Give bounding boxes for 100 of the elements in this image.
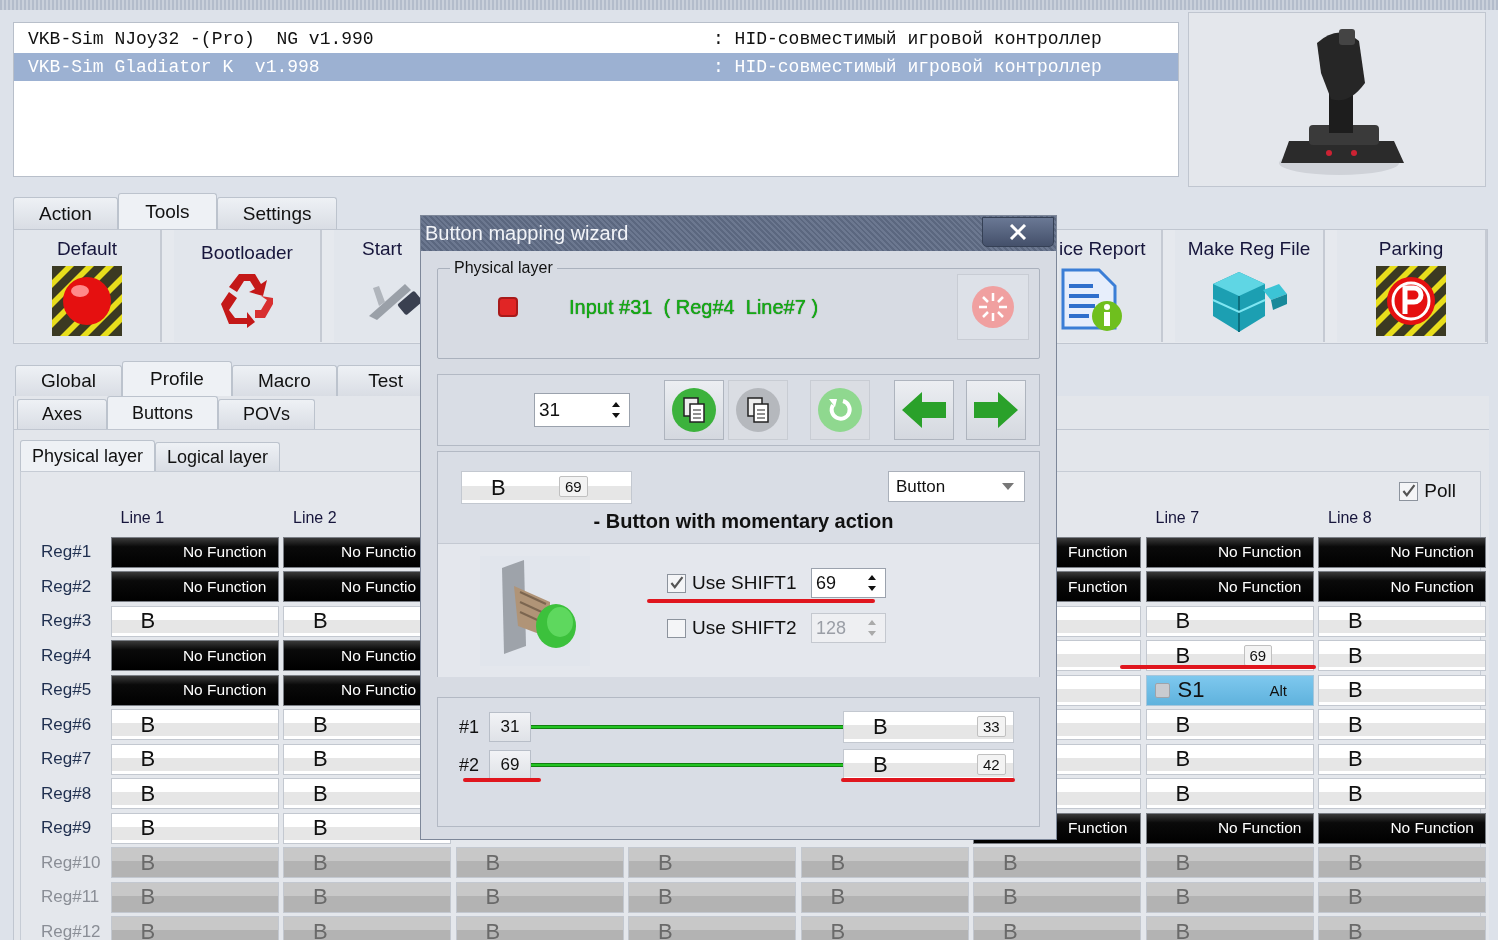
row-label: Reg#10 [40,852,102,873]
mode-description: - Button with momentary action [592,510,895,533]
cell-label: B [1348,608,1364,634]
column-header: Line 8 [1327,508,1373,527]
function-cell[interactable]: No Function [1318,571,1486,602]
column-header: Line 1 [119,508,166,527]
cell-label: B [140,608,157,634]
action-button[interactable] [664,380,724,440]
toolbar-button[interactable]: Parking [1337,230,1487,342]
button-cell[interactable]: B 33 [843,711,1014,743]
function-cell[interactable]: No Function [1145,812,1314,844]
output-badge: 42 [977,754,1006,775]
number-spinner[interactable]: 31 [534,393,630,427]
function-cell[interactable]: No Function [110,674,279,706]
right-arrow-icon [972,390,1020,430]
tab[interactable]: Macro [231,365,337,396]
checkbox[interactable] [1154,682,1170,698]
copy-icon [671,387,717,433]
button-cell[interactable]: B [1145,778,1314,809]
function-cell[interactable]: No Function [1145,536,1314,568]
cell-label: B [873,714,889,740]
cell-label: B [1175,918,1192,940]
burst-icon [971,285,1015,329]
column-header: Line 7 [1154,508,1201,527]
cell-label: B [1175,780,1192,807]
row-label: Reg#7 [40,749,93,769]
left-arrow-icon [900,390,948,430]
row-label: Reg#5 [40,680,93,700]
button-cell[interactable]: B [1318,605,1486,637]
button-cell[interactable]: B [110,812,279,844]
function-cell[interactable]: No Function [1318,812,1486,844]
button-cell[interactable]: B 42 [843,749,1014,781]
close-button[interactable] [982,216,1054,247]
button-cell[interactable]: B [1318,640,1486,671]
alarm-button-icon [52,266,122,336]
tab[interactable]: Axes [17,399,108,429]
checkbox[interactable] [1399,481,1419,501]
row-label: Reg#1 [40,542,93,562]
cell-label: B [830,849,847,876]
device-row[interactable]: VKB-Sim NJoy32 -(Pro) NG v1.990 : HID-совместимый игровой контроллер [14,25,1178,53]
button-cell[interactable]: B [1318,674,1486,706]
cell-label: B [313,711,329,738]
toolbar-button[interactable]: ice Report [1059,230,1163,342]
cell-label: B [140,918,157,940]
reset-button[interactable] [957,274,1029,340]
tab[interactable]: Settings [216,197,338,229]
paste-icon [735,387,781,433]
function-cell[interactable]: No Function [1145,571,1314,602]
toolbar-button[interactable]: Default [14,230,162,342]
tab[interactable]: Global [15,365,122,396]
tab[interactable]: Tools [117,193,217,229]
function-cell[interactable]: No Function [110,640,279,671]
button-cell[interactable]: B [110,743,279,775]
button-cell[interactable]: B [110,605,279,637]
tab[interactable]: Logical layer [155,442,281,471]
row-label: Reg#3 [40,611,93,631]
button-cell[interactable]: B [110,709,279,740]
tab[interactable]: Action [13,197,118,229]
function-cell[interactable]: No Function [110,571,279,602]
dropdown-arrow-icon [1002,483,1014,490]
output-badge: 33 [977,716,1006,737]
cell-label: B [1175,884,1192,910]
cell-label: B [140,711,157,738]
tab[interactable]: POVs [218,399,316,429]
toolbar-button[interactable]: Bootloader [174,230,322,342]
button-cell[interactable]: B [1145,743,1314,775]
checkbox[interactable] [667,573,686,593]
type-dropdown[interactable]: Button [888,471,1025,502]
cell-label: B [313,849,329,876]
cell-label: B [313,780,329,807]
button-cell[interactable]: B [1318,778,1486,809]
function-cell[interactable]: No Function [110,536,279,568]
row-label: Reg#12 [40,921,102,940]
button-cell[interactable]: B [1318,743,1486,775]
tab[interactable]: Profile [121,361,232,396]
cell-label: B [1175,711,1192,738]
shift-cell[interactable]: S1 Alt [1145,674,1314,706]
cell-label: B [485,884,502,910]
toolbar-button[interactable]: Make Reg File [1175,230,1325,342]
button-cell[interactable]: B [110,778,279,809]
modifier-label: Alt [1269,681,1287,699]
tab[interactable]: Physical layer [20,440,156,471]
cell-label: B [1175,746,1192,772]
poll-checkbox[interactable]: Poll [1399,480,1456,502]
cell-label: B [1175,608,1192,634]
mapping-cell[interactable]: B 69 [461,471,632,504]
button-cell[interactable]: B [1145,709,1314,740]
cell-label: B [1175,849,1192,876]
button-cell[interactable]: B [1318,709,1486,740]
row-label: Reg#2 [40,576,93,597]
number-spinner[interactable]: 69 [811,568,886,598]
cell-label: B [313,815,329,841]
shift-checkbox[interactable]: Use SHIFT1 [667,572,797,594]
input-status-text: Input #31 ( Reg#4 Line#7 ) [569,295,820,319]
cell-label: B [313,608,329,634]
cell-label: B [1175,642,1192,669]
tab[interactable]: Buttons [107,396,219,429]
function-cell[interactable]: No Function [1318,536,1486,568]
button-cell[interactable]: B [1145,605,1314,637]
cell-label: B [485,918,502,940]
